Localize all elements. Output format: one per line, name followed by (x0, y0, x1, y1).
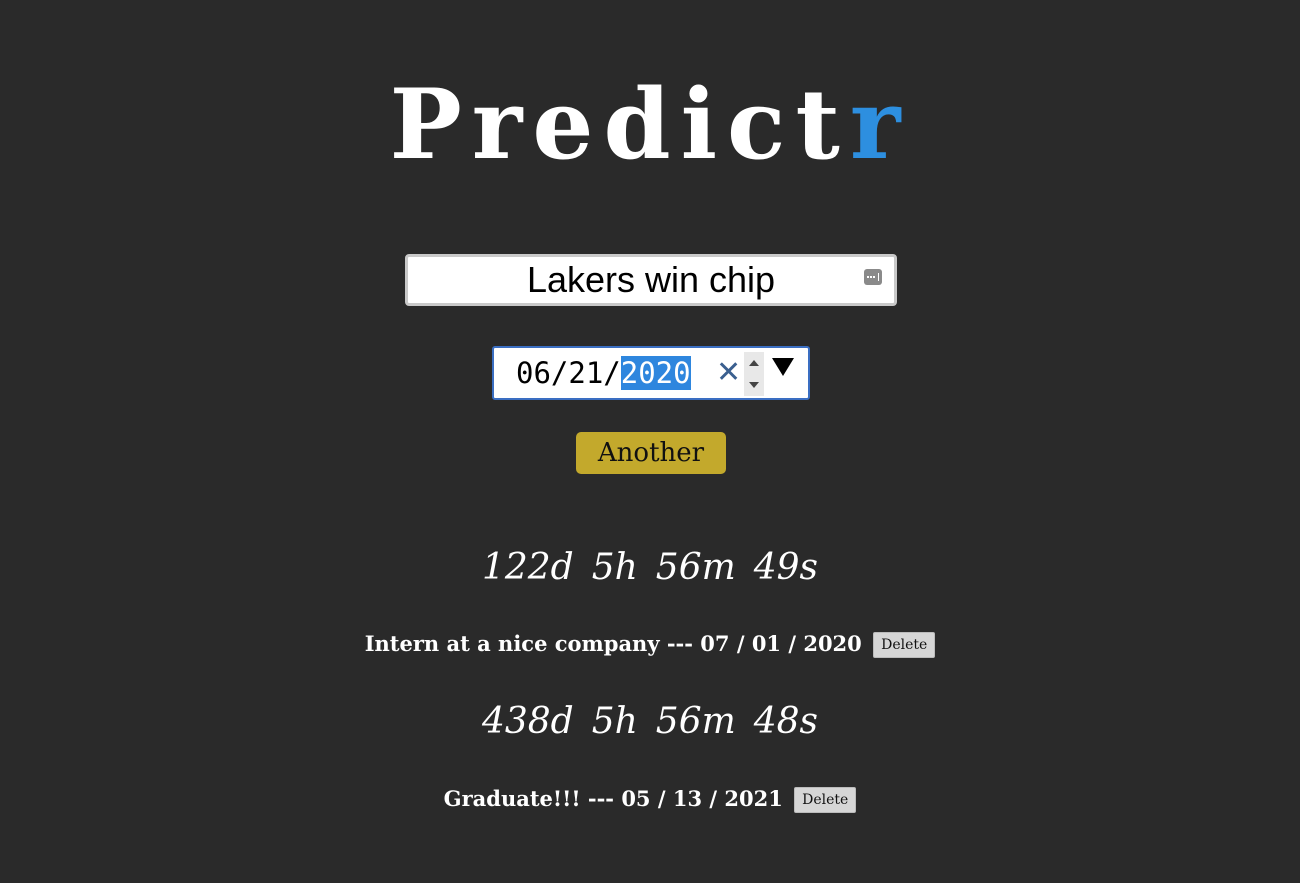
countdown-seconds: 48s (753, 701, 819, 742)
prediction-text: Graduate!!! --- 05 / 13 / 2021 (443, 786, 783, 811)
date-picker[interactable]: 06/21/2020 ✕ (492, 346, 810, 400)
prediction-item: Intern at a nice company --- 07 / 01 / 2… (0, 630, 1300, 659)
app-logo: Predictr (0, 70, 1300, 180)
countdown-minutes: 56m (655, 701, 736, 742)
countdown-days: 122d (481, 547, 574, 588)
countdown-seconds: 49s (753, 547, 819, 588)
countdown-hours: 5h (591, 701, 638, 742)
delete-button[interactable]: Delete (873, 631, 936, 658)
countdown-minutes: 56m (655, 547, 736, 588)
prediction-item: Graduate!!! --- 05 / 13 / 2021 Delete (0, 785, 1300, 814)
spin-up-icon[interactable] (749, 360, 759, 366)
logo-main-text: Predict (389, 68, 850, 181)
prediction-input-container (405, 254, 897, 306)
countdown-hours: 5h (591, 547, 638, 588)
clear-icon[interactable]: ✕ (716, 355, 741, 391)
delete-button[interactable]: Delete (794, 786, 857, 813)
date-value[interactable]: 06/21/2020 (516, 356, 691, 390)
prediction-text: Intern at a nice company --- 07 / 01 / 2… (364, 631, 862, 656)
countdown-timer: 438d 5h 56m 48s (0, 700, 1300, 744)
countdown-days: 438d (481, 701, 574, 742)
dropdown-arrow-icon[interactable] (772, 358, 794, 376)
date-spinner[interactable] (744, 352, 764, 396)
prediction-input[interactable] (408, 257, 894, 303)
date-year-selected[interactable]: 2020 (620, 356, 691, 390)
countdown-timer: 122d 5h 56m 49s (0, 546, 1300, 590)
date-month-day[interactable]: 06/21/ (516, 356, 621, 390)
password-manager-icon[interactable] (864, 269, 882, 285)
another-button[interactable]: Another (576, 432, 726, 474)
logo-accent-letter: r (849, 68, 911, 181)
spin-down-icon[interactable] (749, 382, 759, 388)
